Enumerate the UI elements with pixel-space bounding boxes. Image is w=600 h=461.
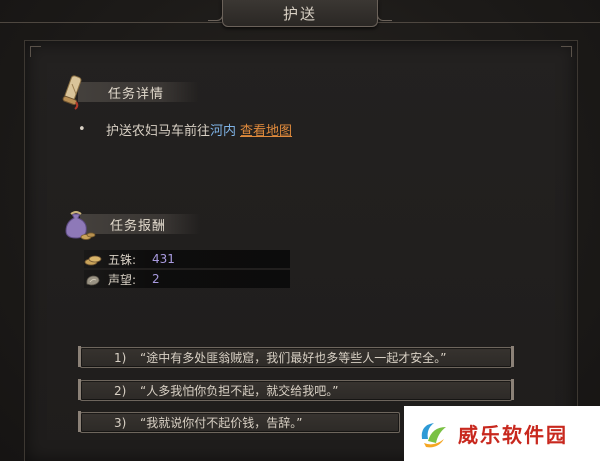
task-detail-heading: 任务详情 bbox=[108, 86, 165, 102]
watermark-logo-icon bbox=[416, 417, 450, 451]
dialogue-option-1[interactable]: 1) “途中有多处匪翁贼窟，我们最好也多等些人一起才安全。” bbox=[78, 346, 514, 368]
option-number: 2) bbox=[114, 383, 127, 398]
rewards-header: 任务报酬 bbox=[58, 204, 201, 244]
panel-corner-ornament bbox=[30, 46, 41, 57]
dialogue-option-3[interactable]: 3) “我就说你付不起价钱，告辞。” bbox=[78, 411, 400, 433]
reward-row-reputation: 声望: 2 bbox=[84, 270, 290, 288]
watermark-text: 威乐软件园 bbox=[458, 423, 568, 447]
rewards-ribbon: 任务报酬 bbox=[80, 214, 201, 234]
option-end-cap bbox=[78, 379, 81, 400]
destination-name: 河内 bbox=[210, 124, 237, 139]
dialogue-option-2[interactable]: 2) “人多我怕你负担不起，就交给我吧。” bbox=[78, 379, 514, 401]
option-number: 1) bbox=[114, 350, 127, 365]
window-title-tab: 护送 bbox=[208, 0, 392, 27]
reward-row-coins: 五铢: 431 bbox=[84, 250, 290, 268]
title-divider-left bbox=[0, 22, 222, 23]
rewards-heading: 任务报酬 bbox=[110, 218, 167, 234]
panel-corner-ornament bbox=[561, 46, 572, 57]
task-detail-item: • 护送农妇马车前往 河内 查看地图 bbox=[78, 120, 292, 139]
option-number: 3) bbox=[114, 415, 127, 430]
option-end-cap bbox=[511, 379, 514, 400]
reputation-icon bbox=[84, 272, 102, 286]
option-text: “途中有多处匪翁贼窟，我们最好也多等些人一起才安全。” bbox=[140, 351, 447, 365]
task-detail-header: 任务详情 bbox=[56, 72, 199, 112]
title-divider-right bbox=[376, 22, 600, 23]
reward-label: 声望: bbox=[108, 272, 137, 287]
option-end-cap bbox=[78, 346, 81, 367]
option-text: “人多我怕你负担不起，就交给我吧。” bbox=[140, 384, 339, 398]
scroll-icon bbox=[56, 72, 96, 112]
window-title: 护送 bbox=[282, 4, 317, 23]
task-description: 护送农妇马车前往 bbox=[106, 124, 211, 139]
option-text: “我就说你付不起价钱，告辞。” bbox=[140, 416, 303, 430]
view-map-link[interactable]: 查看地图 bbox=[240, 120, 292, 139]
coins-icon bbox=[84, 252, 102, 266]
reward-label: 五铢: bbox=[108, 252, 137, 267]
task-detail-ribbon: 任务详情 bbox=[78, 82, 199, 102]
reward-value: 431 bbox=[152, 252, 175, 266]
escort-quest-screen: 护送 任务详情 • 护送农妇马车前往 河内 查看地图 任务报酬 五铢: 431 … bbox=[0, 0, 600, 461]
option-end-cap bbox=[511, 346, 514, 367]
money-bag-icon bbox=[58, 204, 98, 244]
option-end-cap bbox=[78, 411, 81, 432]
reward-value: 2 bbox=[152, 272, 160, 286]
watermark: 威乐软件园 bbox=[404, 406, 600, 461]
bullet-point: • bbox=[78, 122, 86, 137]
